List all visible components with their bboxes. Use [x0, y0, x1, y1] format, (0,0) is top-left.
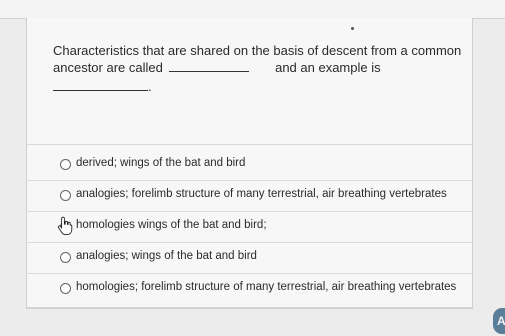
top-header-strip [0, 0, 505, 19]
answer-blank-1 [169, 59, 250, 72]
question-line-2-start: ancestor are called [53, 60, 163, 75]
card-bottom-border [26, 307, 472, 308]
option-2[interactable]: analogies; forelimb structure of many te… [26, 181, 472, 212]
option-4[interactable]: analogies; wings of the bat and bird [26, 243, 472, 274]
badge-text: A [497, 314, 505, 328]
option-1-radio[interactable] [60, 159, 71, 170]
answer-blank-2 [53, 78, 148, 91]
decorative-dot [351, 27, 354, 30]
quiz-page: Characteristics that are shared on the b… [0, 0, 505, 336]
option-2-radio[interactable] [60, 190, 71, 201]
accessibility-badge[interactable]: A [493, 308, 505, 334]
option-5-label: homologies; forelimb structure of many t… [76, 281, 457, 293]
question-line-2-middle: and an example is [275, 60, 381, 75]
option-3-label: homologies wings of the bat and bird; [76, 219, 267, 231]
option-5[interactable]: homologies; forelimb structure of many t… [26, 274, 472, 304]
question-line-3-end: . [148, 79, 152, 94]
option-1-label: derived; wings of the bat and bird [76, 157, 246, 169]
question-line-1: Characteristics that are shared on the b… [53, 43, 462, 58]
option-4-radio[interactable] [60, 252, 71, 263]
option-5-radio[interactable] [60, 283, 71, 294]
answer-options: derived; wings of the bat and bird analo… [26, 150, 472, 304]
option-4-label: analogies; wings of the bat and bird [76, 250, 257, 262]
option-3[interactable]: homologies wings of the bat and bird; [26, 212, 472, 243]
question-divider [26, 144, 472, 145]
hand-pointer-icon [57, 216, 73, 236]
option-1[interactable]: derived; wings of the bat and bird [26, 150, 472, 181]
option-2-label: analogies; forelimb structure of many te… [76, 188, 447, 200]
